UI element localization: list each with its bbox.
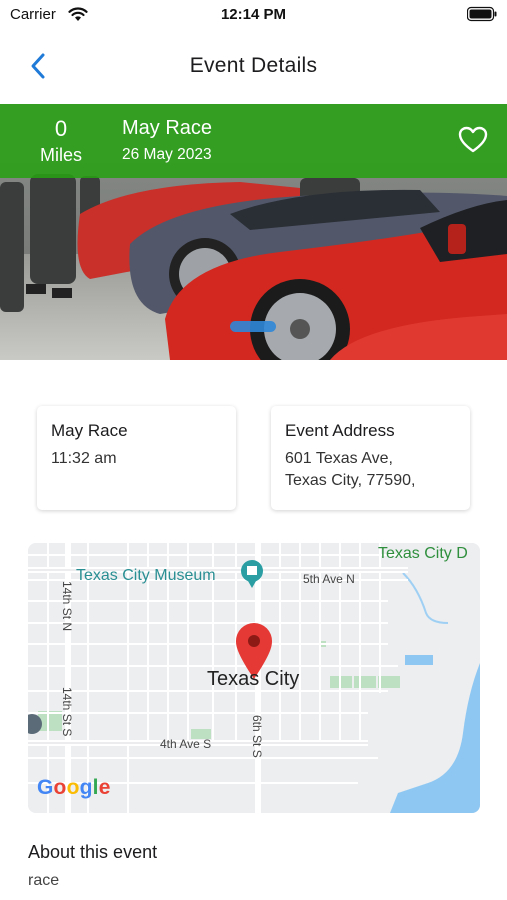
about-body: race: [28, 872, 60, 889]
miles-label: Miles: [39, 145, 82, 165]
map-label-5th-ave: 5th Ave N: [303, 572, 355, 586]
event-name: May Race: [122, 117, 213, 139]
event-date: 26 May 2023: [122, 146, 212, 163]
clock-time: 12:14 PM: [220, 6, 287, 23]
page-title: Event Details: [189, 54, 318, 77]
event-hero[interactable]: 0 Miles May Race 26 May 2023: [0, 104, 507, 360]
event-banner: 0 Miles May Race 26 May 2023: [0, 104, 507, 178]
miles-value: 0: [54, 116, 68, 141]
card-event-name: May Race: [51, 421, 128, 440]
map-label-city-d: Texas City D: [378, 545, 468, 562]
favorite-button[interactable]: [457, 124, 489, 156]
event-map[interactable]: Texas City D Texas City Museum 5th Ave N…: [28, 543, 480, 813]
nav-bar: Event Details: [0, 40, 507, 92]
map-label-6th-st-s: 6th St S: [250, 715, 264, 758]
event-address-card: Event Address 601 Texas Ave, Texas City,…: [271, 406, 470, 510]
google-logo: Google: [37, 776, 111, 799]
heart-outline-icon: [458, 126, 488, 153]
about-title: About this event: [28, 842, 158, 862]
map-label-museum: Texas City Museum: [76, 567, 216, 584]
carousel-indicator: [230, 321, 276, 332]
map-label-14th-st-s: 14th St S: [60, 687, 74, 737]
map-label-4th-ave: 4th Ave S: [160, 737, 212, 751]
card-address-title: Event Address: [285, 421, 395, 440]
map-label-city: Texas City: [207, 668, 300, 690]
event-time-card: May Race 11:32 am: [37, 406, 236, 510]
address-line-2: Texas City, 77590,: [285, 472, 416, 489]
battery-icon: [467, 6, 497, 22]
card-event-time: 11:32 am: [51, 450, 117, 467]
card-address-body: 601 Texas Ave, Texas City, 77590,: [285, 448, 415, 492]
status-bar: Carrier 12:14 PM: [0, 0, 507, 32]
address-line-1: 601 Texas Ave,: [285, 450, 393, 467]
map-label-14th-st-n: 14th St N: [60, 581, 74, 632]
